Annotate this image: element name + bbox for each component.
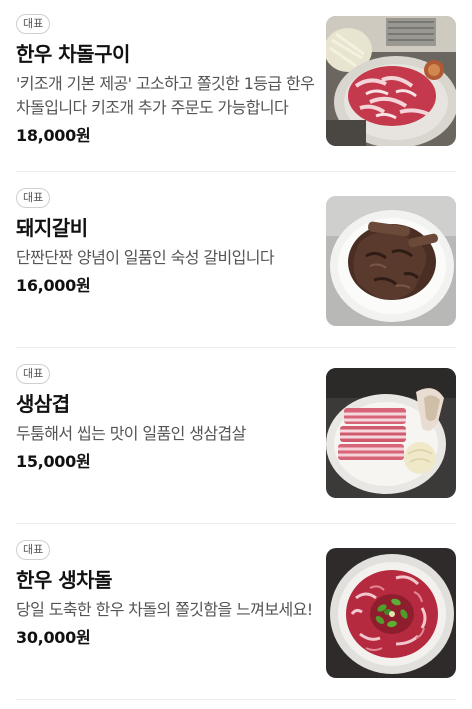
menu-item-name: 한우 차돌구이 — [16, 42, 130, 66]
menu-item-description: 당일 도축한 한우 차돌의 쫄깃함을 느껴보세요! — [16, 600, 313, 619]
menu-item-description: 단짠단짠 양념이 일품인 숙성 갈비입니다 — [16, 248, 275, 267]
grilled-brisket-photo — [326, 16, 456, 146]
menu-item[interactable]: 대표 한우 차돌구이 '키조개 기본 제공' 고소하고 쫄깃한 1등급 한우 차… — [16, 0, 456, 172]
raw-brisket-photo — [326, 548, 456, 678]
menu-item-image[interactable] — [326, 368, 456, 498]
menu-item-image[interactable] — [326, 196, 456, 326]
menu-item-price: 16,000원 — [16, 276, 91, 295]
menu-list: 대표 한우 차돌구이 '키조개 기본 제공' 고소하고 쫄깃한 1등급 한우 차… — [0, 0, 472, 709]
menu-item-description: 두툼해서 씹는 맛이 일품인 생삼겹살 — [16, 424, 246, 443]
signature-badge: 대표 — [16, 188, 51, 208]
menu-item-image[interactable] — [326, 548, 456, 678]
menu-item[interactable]: 대표 생삼겹 두툼해서 씹는 맛이 일품인 생삼겹살 15,000원 — [16, 348, 456, 524]
menu-item-name: 돼지갈비 — [16, 216, 88, 240]
menu-item-price: 15,000원 — [16, 452, 91, 471]
menu-item-name: 생삼겹 — [16, 392, 70, 416]
pork-ribs-photo — [326, 196, 456, 326]
menu-item-image[interactable] — [326, 16, 456, 146]
menu-item-description: '키조개 기본 제공' 고소하고 쫄깃한 1등급 한우 차돌입니다 키조개 추가… — [16, 74, 315, 117]
menu-item-name: 한우 생차돌 — [16, 568, 112, 592]
menu-item[interactable]: 대표 한우 생차돌 당일 도축한 한우 차돌의 쫄깃함을 느껴보세요! 30,0… — [16, 524, 456, 700]
signature-badge: 대표 — [16, 364, 51, 384]
signature-badge: 대표 — [16, 540, 51, 560]
menu-item[interactable]: 대표 돼지갈비 단짠단짠 양념이 일품인 숙성 갈비입니다 16,000원 — [16, 172, 456, 348]
menu-item-price: 18,000원 — [16, 126, 91, 145]
pork-belly-photo — [326, 368, 456, 498]
menu-item-price: 30,000원 — [16, 628, 91, 647]
signature-badge: 대표 — [16, 14, 51, 34]
